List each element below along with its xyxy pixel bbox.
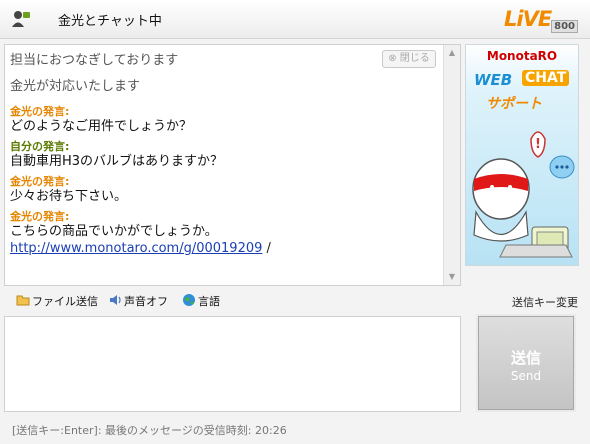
file-send-label: ファイル送信 [32, 295, 98, 308]
message-item: 自分の発言: 自動車用H3のバルブはありますか？ [10, 140, 435, 170]
chat-log[interactable]: ⊗ 閉じる 担当におつなぎしております 金光が対応いたします 金光の発言: どの… [4, 44, 461, 286]
sound-off-label: 声音オフ [124, 295, 168, 308]
file-send-button[interactable]: ファイル送信 [16, 292, 98, 312]
message-link-line: http://www.monotaro.com/g/00019209 / [10, 240, 435, 257]
language-button[interactable]: 言語 [182, 292, 220, 312]
send-button[interactable]: 送信 Send [476, 314, 576, 412]
globe-icon [183, 294, 195, 306]
mascot-illustration: ! [472, 131, 575, 258]
send-label: 送信 [510, 349, 541, 367]
message-sender: 金光の発言: [10, 105, 70, 118]
message-sender: 自分の発言: [10, 140, 70, 153]
scroll-up-icon[interactable]: ▲ [444, 45, 460, 61]
link-suffix: / [262, 241, 271, 256]
message-text: 自動車用H3のバルブはありますか？ [10, 154, 224, 169]
chat-scrollbar[interactable]: ▲ ▼ [443, 45, 460, 285]
send-sub-label: Send [510, 369, 542, 383]
message-input[interactable] [4, 316, 461, 412]
message-sender: 金光の発言: [10, 175, 70, 188]
logo-number: 800 [551, 20, 578, 33]
system-line: 担当におつなぎしております [10, 53, 179, 68]
message-text: こちらの商品でいかがでしょうか。 [10, 224, 218, 239]
folder-icon [16, 295, 30, 306]
ad-chat-text: CHAT [522, 70, 570, 86]
title-bar: 金光とチャット中 LiVE 800 [0, 0, 590, 39]
logo-text: LiVE [504, 7, 552, 31]
window-title: 金光とチャット中 [58, 14, 162, 29]
message-item: 金光の発言: こちらの商品でいかがでしょうか。 http://www.monot… [10, 210, 435, 257]
sendkey-change-link[interactable]: 送信キー変更 [512, 294, 578, 310]
scroll-down-icon[interactable]: ▼ [444, 269, 460, 285]
message-text: どのようなご用件でしょうか？ [10, 119, 193, 134]
ad-brand: MonotaRO [486, 49, 558, 63]
ad-web-text: WEB [474, 71, 513, 89]
chat-messages: 担当におつなぎしております 金光が対応いたします 金光の発言: どのようなご用件… [10, 51, 435, 257]
status-bar: [送信キー:Enter]: 最後のメッセージの受信時刻: 20:26 [12, 424, 287, 437]
message-text: 少々お待ち下さい。 [10, 189, 128, 204]
live800-logo: LiVE 800 [504, 7, 578, 35]
chat-user-icon [12, 11, 30, 27]
ad-support-text: サポート [486, 96, 542, 112]
sound-off-button[interactable]: 声音オフ [108, 292, 168, 312]
message-item: 金光の発言: 少々お待ち下さい。 [10, 175, 435, 205]
message-sender: 金光の発言: [10, 210, 70, 223]
product-link[interactable]: http://www.monotaro.com/g/00019209 [10, 241, 262, 256]
speaker-icon [110, 295, 121, 305]
language-label: 言語 [198, 295, 220, 308]
system-line: 金光が対応いたします [10, 79, 141, 94]
svg-text:!: ! [535, 137, 541, 152]
message-item: 金光の発言: どのようなご用件でしょうか？ [10, 105, 435, 135]
advertisement-banner[interactable]: MonotaRO WEB CHAT サポート ! [465, 44, 579, 266]
